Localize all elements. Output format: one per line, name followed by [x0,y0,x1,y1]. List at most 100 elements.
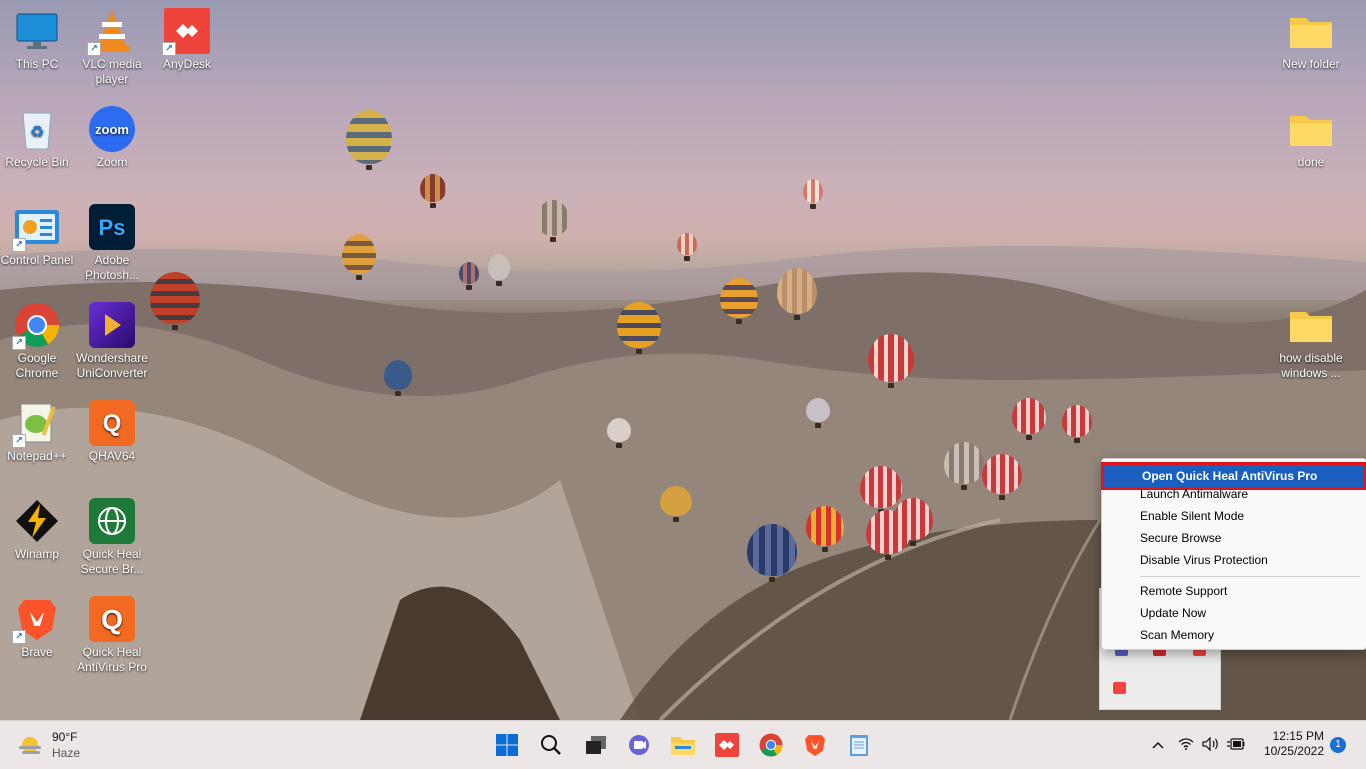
menu-item-secure-browse[interactable]: Secure Browse [1102,527,1366,549]
desktop-icon-recycle-bin[interactable]: ♻ Recycle Bin [0,100,74,170]
task-view-icon [586,736,606,754]
shortcut-arrow-icon: ↗ [162,42,176,56]
desktop-icon-zoom[interactable]: zoom Zoom [75,100,149,170]
desktop-folder-new-folder[interactable]: New folder [1274,2,1348,72]
balloon [860,466,902,514]
desktop-icon-label: Recycle Bin [5,155,69,169]
desktop-icon-label: how disable windows ... [1279,351,1343,380]
menu-separator [1140,576,1360,577]
desktop-icon-quick-heal-antivirus-pro[interactable]: Q Quick Heal AntiVirus Pro [75,590,149,675]
desktop-icon-label: Winamp [14,547,59,561]
brave-icon [805,735,825,756]
desktop-icon-label: Wondershare UniConverter [76,351,148,380]
desktop-icon-label: Brave [21,645,53,659]
desktop-icon-qhav64[interactable]: Q QHAV64 [75,394,149,464]
desktop-icon-this-pc[interactable]: This PC [0,2,74,72]
balloon [944,442,984,490]
balloon [806,506,844,552]
desktop-icon-anydesk[interactable]: ↗ AnyDesk [150,2,224,72]
desktop-icon-label: QHAV64 [88,449,136,463]
chrome-taskbar-button[interactable] [755,729,787,761]
balloon [806,398,830,428]
file-explorer-icon [671,737,695,755]
balloon [1012,398,1046,440]
desktop-folder-how-disable-windows[interactable]: how disable windows ... [1274,296,1348,381]
desktop-icon-label: Quick Heal Secure Br... [80,547,144,576]
clock-time: 12:15 PM [1272,729,1324,743]
taskbar: 90°F Haze 12:15 PM 10/25/2022 1 [0,720,1366,769]
desktop-icon-brave[interactable]: ↗ Brave [0,590,74,660]
balloon [346,110,392,170]
balloon [866,510,910,560]
task-view-button[interactable] [580,729,612,761]
anydesk-icon: ↗ [162,8,210,56]
balloon [982,454,1022,500]
menu-item-disable-virus-protection[interactable]: Disable Virus Protection [1102,549,1366,571]
desktop-icon-winamp[interactable]: Winamp [0,492,74,562]
desktop-folder-done[interactable]: done [1274,100,1348,170]
desktop-icon-adobe-photoshop[interactable]: Ps Adobe Photosh... [75,198,149,283]
brave-taskbar-button[interactable] [799,729,831,761]
balloon [677,233,697,261]
notification-badge[interactable]: 1 [1330,737,1346,753]
winamp-icon [14,498,60,544]
desktop-icon-vlc[interactable]: ↗ VLC media player [75,2,149,87]
desktop-icon-label: Zoom [96,155,128,169]
notepad-taskbar-button[interactable] [843,729,875,761]
shortcut-arrow-icon: ↗ [12,630,26,644]
balloon [537,200,569,242]
quick-heal-icon: Q [89,400,135,446]
desktop-icon-control-panel[interactable]: ↗ Control Panel [0,198,74,268]
folder-icon [1288,8,1334,54]
search-button[interactable] [535,729,567,761]
balloon [720,278,758,324]
desktop-icon-label: Adobe Photosh... [84,253,140,282]
uniconverter-icon [89,302,135,348]
balloon [1062,405,1092,443]
menu-item-remote-support[interactable]: Remote Support [1102,580,1366,602]
vlc-cone-icon: ↗ [87,8,135,56]
balloon [607,418,631,448]
menu-item-launch-antimalware[interactable]: Launch Antimalware [1102,483,1366,505]
balloon [660,486,692,522]
anydesk-taskbar-button[interactable] [711,729,743,761]
desktop-icon-google-chrome[interactable]: ↗ Google Chrome [0,296,74,381]
balloon [617,302,661,354]
desktop-icon-label: done [1297,155,1325,169]
clock[interactable]: 12:15 PM 10/25/2022 [1254,729,1324,759]
wifi-icon [1178,738,1194,750]
desktop-icon-label: Quick Heal AntiVirus Pro [77,645,147,674]
volume-button[interactable] [1202,736,1220,756]
file-explorer-button[interactable] [667,729,699,761]
show-hidden-icons-button[interactable] [1152,736,1164,752]
desktop-icon-label: Control Panel [0,253,74,267]
battery-button[interactable] [1227,737,1245,756]
chrome-icon: ↗ [12,302,60,350]
desktop-icon-quick-heal-secure-browser[interactable]: Quick Heal Secure Br... [75,492,149,577]
chevron-up-icon [1152,741,1164,749]
desktop-icon-notepad-plus-plus[interactable]: ↗ Notepad++ [0,394,74,464]
chat-button[interactable] [623,729,655,761]
anydesk-icon [715,733,739,757]
network-button[interactable] [1178,737,1194,755]
svg-text:♻: ♻ [30,124,44,141]
menu-item-enable-silent-mode[interactable]: Enable Silent Mode [1102,505,1366,527]
balloon [384,360,412,396]
menu-item-update-now[interactable]: Update Now [1102,602,1366,624]
weather-description: Haze [52,746,81,760]
desktop-icon-wondershare-uniconverter[interactable]: Wondershare UniConverter [75,296,149,381]
desktop-icon-label: This PC [15,57,59,71]
menu-item-scan-memory[interactable]: Scan Memory [1102,624,1366,646]
start-button[interactable] [491,729,523,761]
shortcut-arrow-icon: ↗ [12,336,26,350]
desktop-icon-label: New folder [1282,57,1340,71]
balloon [420,174,446,208]
anydesk-tray-icon[interactable] [1113,682,1126,694]
desktop-icon-label: Notepad++ [7,449,67,463]
monitor-icon [14,8,60,54]
desktop: This PC ♻ Recycle Bin ↗ Control Panel ↗ … [0,0,1366,720]
speaker-icon [1202,736,1218,752]
balloon [868,334,914,388]
desktop-icon-label: AnyDesk [162,57,212,71]
weather-widget[interactable]: 90°F Haze [16,729,96,761]
